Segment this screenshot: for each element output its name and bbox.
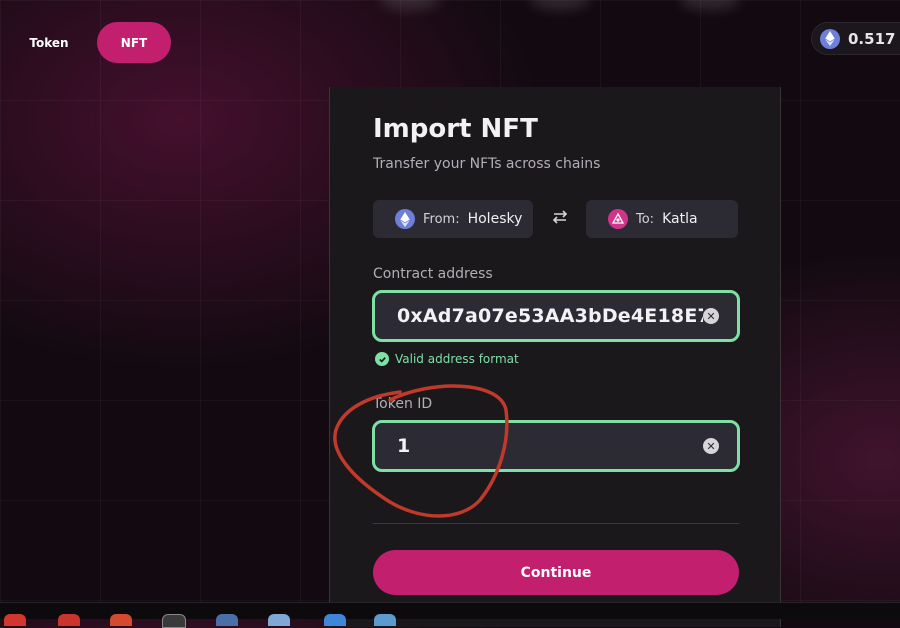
app-icon[interactable] — [110, 614, 132, 626]
contract-address-label: Contract address — [373, 266, 493, 282]
divider — [373, 523, 739, 524]
continue-button[interactable]: Continue — [373, 550, 739, 595]
os-taskbar — [0, 602, 900, 628]
clear-icon[interactable]: ✕ — [703, 438, 719, 454]
token-id-value[interactable]: 1 — [397, 435, 703, 457]
app-icon[interactable] — [4, 614, 26, 626]
check-icon — [375, 352, 389, 366]
app-icon[interactable] — [58, 614, 80, 626]
import-nft-card: Import NFT Transfer your NFTs across cha… — [329, 87, 781, 627]
from-chain-selector[interactable]: From: Holesky — [373, 200, 533, 238]
wallet-balance[interactable]: 0.517 ET — [811, 22, 900, 55]
terminal-icon[interactable] — [162, 614, 186, 628]
page-title: Import NFT — [373, 114, 538, 144]
to-chain-name: Katla — [662, 211, 698, 227]
eth-icon — [395, 209, 415, 229]
clear-icon[interactable]: ✕ — [703, 308, 719, 324]
from-chain-name: Holesky — [467, 211, 523, 227]
app-icon[interactable] — [374, 614, 396, 626]
app-icon[interactable] — [216, 614, 238, 626]
app-icon[interactable] — [324, 614, 346, 626]
token-id-input[interactable]: 1 ✕ — [372, 420, 740, 472]
app-icon[interactable] — [268, 614, 290, 626]
validation-message: Valid address format — [375, 352, 519, 366]
validation-text: Valid address format — [395, 352, 519, 366]
swap-arrows-icon[interactable] — [551, 208, 569, 226]
token-id-label: Token ID — [373, 396, 433, 412]
katla-icon — [608, 209, 628, 229]
to-chain-selector[interactable]: To: Katla — [586, 200, 738, 238]
from-prefix: From: — [423, 211, 460, 227]
tab-token[interactable]: Token — [22, 26, 76, 60]
page-subtitle: Transfer your NFTs across chains — [373, 156, 601, 172]
contract-address-input[interactable]: 0xAd7a07e53AA3bDe4E18E74 ✕ — [372, 290, 740, 342]
contract-address-value[interactable]: 0xAd7a07e53AA3bDe4E18E74 — [397, 305, 703, 327]
eth-icon — [820, 28, 840, 49]
tab-nft[interactable]: NFT — [97, 22, 171, 63]
to-prefix: To: — [636, 211, 655, 227]
balance-amount: 0.517 ET — [848, 29, 900, 48]
